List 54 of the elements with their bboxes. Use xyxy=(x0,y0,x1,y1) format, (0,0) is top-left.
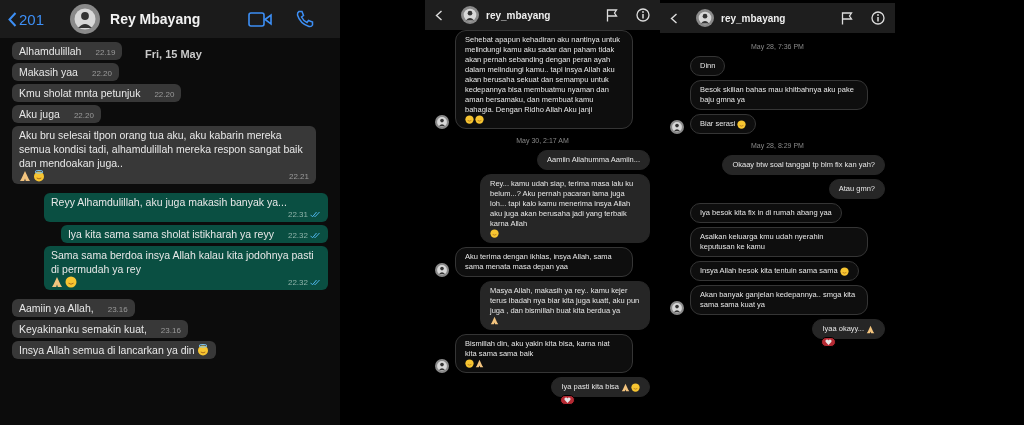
praying-hands-icon xyxy=(866,324,875,334)
message-time: 23.16 xyxy=(159,325,181,336)
flag-icon[interactable] xyxy=(606,8,618,22)
smiley-icon xyxy=(65,276,77,288)
message-text: Aku juga xyxy=(19,107,60,121)
smiley-icon xyxy=(465,115,474,124)
message-text: Aamiin ya Allah, xyxy=(19,301,94,315)
smiley-icon xyxy=(490,229,499,238)
back-button[interactable]: 201 xyxy=(8,10,45,28)
message-text: Makasih yaa xyxy=(19,65,78,79)
message-text: Keyakinanku semakin kuat, xyxy=(19,322,147,336)
message-time: 22.20 xyxy=(90,68,112,79)
username: rey_mbayang xyxy=(486,9,551,21)
phone-icon[interactable] xyxy=(296,10,314,28)
message-time: 23.16 xyxy=(106,304,128,315)
avatar-icon xyxy=(70,4,101,34)
date-label: Fri, 15 May xyxy=(145,48,202,60)
message-time: 22.20 xyxy=(72,110,94,121)
message-time: 22.31 xyxy=(275,209,321,220)
smiley-icon xyxy=(737,119,747,129)
message-text: Reyy Alhamdulillah, aku juga makasih banyak ya... xyxy=(51,195,287,209)
message-text: Aku bru selesai tlpon orang tua aku, aku kabarin mereka semua kondisi tadi, alhamdulillah mereka respon sangat baik dan mendoakan juga.. xyxy=(19,128,304,170)
back-icon[interactable] xyxy=(670,12,678,24)
message-text: Kmu sholat mnta petunjuk xyxy=(19,86,141,100)
smiley-icon xyxy=(631,382,640,392)
message-text: Sama sama berdoa insya Allah kalau kita jodohnya pasti di permudah ya rey xyxy=(51,248,315,276)
avatar-icon xyxy=(696,9,714,27)
message-time: 22.32 xyxy=(275,230,321,241)
smiley-icon xyxy=(465,359,474,368)
username: rey_mbayang xyxy=(721,12,786,24)
smiley-icon xyxy=(475,115,484,124)
flag-icon[interactable] xyxy=(841,11,853,25)
back-icon[interactable] xyxy=(435,9,443,21)
message-time: 22.19 xyxy=(94,47,116,58)
message-text: Insya Allah semua di lancarkan ya din xyxy=(19,343,195,357)
message-time: 22.20 xyxy=(153,89,175,100)
avatar-icon xyxy=(461,6,479,24)
praying-hands-icon xyxy=(475,359,484,368)
halo-smiley-icon xyxy=(196,344,209,356)
chevron-left-icon xyxy=(8,11,17,27)
praying-hands-icon xyxy=(51,276,63,288)
info-icon[interactable] xyxy=(636,8,650,22)
contact-name: Rey Mbayang xyxy=(110,11,201,27)
message-text: Iya kita sama sama sholat istikharah ya reyy xyxy=(67,227,274,241)
halo-smiley-icon xyxy=(33,170,45,182)
smiley-icon xyxy=(839,266,849,276)
praying-hands-icon xyxy=(490,316,499,325)
message-text: Alhamdulillah xyxy=(19,44,82,58)
info-icon[interactable] xyxy=(871,11,885,25)
message-time: 22.32 xyxy=(275,277,321,288)
praying-hands-icon xyxy=(621,382,630,392)
video-call-icon[interactable] xyxy=(248,11,272,27)
praying-hands-icon xyxy=(19,170,31,182)
message-time: 22.21 xyxy=(287,171,309,182)
